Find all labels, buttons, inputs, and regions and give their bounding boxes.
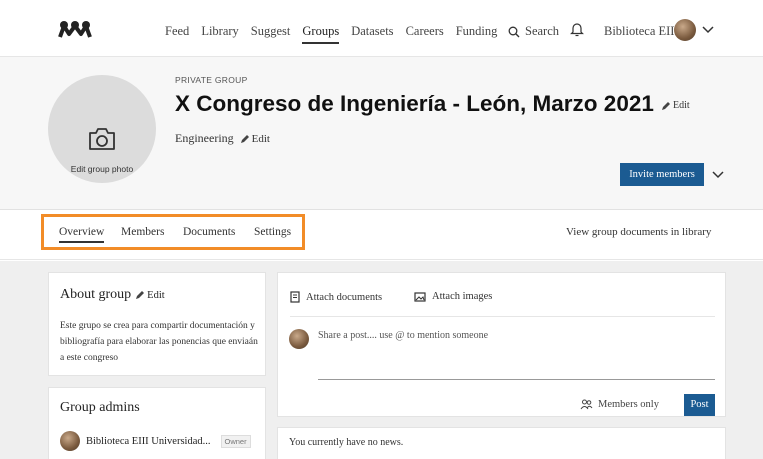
chevron-down-icon[interactable] — [702, 24, 714, 34]
nav-funding[interactable]: Funding — [456, 24, 498, 44]
invite-members-button[interactable]: Invite members — [620, 163, 704, 186]
about-group-title: About group — [60, 287, 132, 302]
admin-row[interactable]: Biblioteca EIII Universidad... Owner — [60, 431, 251, 451]
visibility-label: Members only — [598, 399, 659, 410]
top-navigation: Feed Library Suggest Groups Datasets Car… — [0, 0, 763, 57]
group-category: Engineering Edit — [175, 131, 270, 146]
edit-title-button[interactable]: Edit — [661, 100, 690, 111]
attach-documents-label: Attach documents — [306, 291, 383, 303]
pencil-icon — [662, 101, 670, 110]
user-avatar[interactable] — [674, 19, 696, 41]
owner-badge: Owner — [220, 434, 251, 448]
edit-title-label: Edit — [673, 100, 690, 111]
about-group-description: Este grupo se crea para compartir docume… — [60, 321, 258, 363]
visibility-selector[interactable]: Members only — [580, 399, 659, 410]
divider — [318, 379, 715, 380]
main-nav: Feed Library Suggest Groups Datasets Car… — [165, 24, 509, 44]
divider — [290, 316, 715, 317]
avatar — [289, 329, 309, 349]
avatar — [60, 431, 80, 451]
post-button[interactable]: Post — [684, 394, 715, 416]
nav-datasets[interactable]: Datasets — [351, 24, 393, 44]
chevron-down-icon[interactable] — [712, 169, 724, 179]
mendeley-logo-icon[interactable] — [58, 20, 92, 38]
view-library-link[interactable]: View group documents in library — [566, 226, 711, 238]
camera-icon — [89, 128, 115, 150]
main-content: About group Edit Este grupo se crea para… — [0, 261, 763, 459]
nav-library[interactable]: Library — [201, 24, 238, 44]
group-header: Edit group photo PRIVATE GROUP X Congres… — [0, 57, 763, 210]
attach-documents-button[interactable]: Attach documents — [290, 291, 382, 303]
group-admins-title: Group admins — [60, 400, 140, 415]
edit-about-label: Edit — [147, 289, 165, 301]
edit-about-button[interactable]: Edit — [135, 290, 165, 301]
about-group-heading: About group Edit — [60, 287, 165, 303]
edit-group-photo-label: Edit group photo — [70, 164, 134, 174]
tab-overview[interactable]: Overview — [59, 226, 105, 243]
pencil-icon — [240, 134, 249, 143]
nav-groups[interactable]: Groups — [302, 24, 340, 44]
attach-images-label: Attach images — [432, 291, 493, 302]
people-icon — [580, 399, 593, 410]
group-title: X Congreso de Ingeniería - León, Marzo 2… — [175, 91, 654, 116]
group-admins-card: Group admins Biblioteca EIII Universidad… — [48, 387, 266, 459]
about-group-card: About group Edit Este grupo se crea para… — [48, 272, 266, 376]
search-label: Search — [525, 24, 560, 38]
news-card: You currently have no news. — [277, 427, 726, 459]
search-icon — [508, 26, 520, 37]
pencil-icon — [136, 291, 145, 299]
edit-category-button[interactable]: Edit — [240, 133, 270, 145]
nav-suggest[interactable]: Suggest — [251, 24, 291, 44]
tab-settings[interactable]: Settings — [254, 226, 291, 238]
attach-images-button[interactable]: Attach images — [414, 291, 492, 302]
edit-category-label: Edit — [251, 132, 270, 145]
tab-documents[interactable]: Documents — [183, 226, 235, 238]
category-label: Engineering — [175, 131, 234, 145]
post-composer: Attach documents Attach images Share a p… — [277, 272, 726, 417]
image-icon — [414, 291, 426, 302]
notification-bell-icon[interactable] — [570, 22, 584, 37]
search-button[interactable]: Search — [508, 24, 559, 39]
document-icon — [290, 291, 300, 303]
no-news-message: You currently have no news. — [289, 437, 404, 448]
user-name[interactable]: Biblioteca EIII — [604, 24, 679, 39]
privacy-label: PRIVATE GROUP — [175, 75, 248, 85]
group-photo[interactable]: Edit group photo — [48, 75, 156, 183]
nav-careers[interactable]: Careers — [406, 24, 444, 44]
group-tabs: Overview Members Documents Settings View… — [0, 210, 763, 260]
share-post-input[interactable]: Share a post.... use @ to mention someon… — [318, 330, 488, 341]
nav-feed[interactable]: Feed — [165, 24, 189, 44]
admin-name[interactable]: Biblioteca EIII Universidad... — [86, 436, 211, 447]
tab-members[interactable]: Members — [121, 226, 164, 238]
